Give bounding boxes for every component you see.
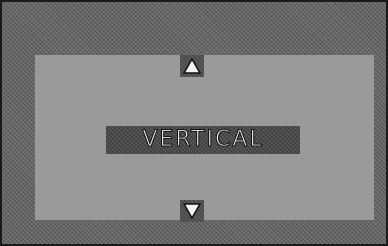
mode-label-box: VERTICAL <box>106 126 300 154</box>
triangle-down-icon <box>183 203 201 219</box>
triangle-up-icon <box>183 58 201 74</box>
mode-label: VERTICAL <box>142 127 264 152</box>
scroll-up-button[interactable] <box>180 55 204 77</box>
orientation-screen: VERTICAL <box>0 0 388 246</box>
scroll-down-button[interactable] <box>180 200 204 222</box>
